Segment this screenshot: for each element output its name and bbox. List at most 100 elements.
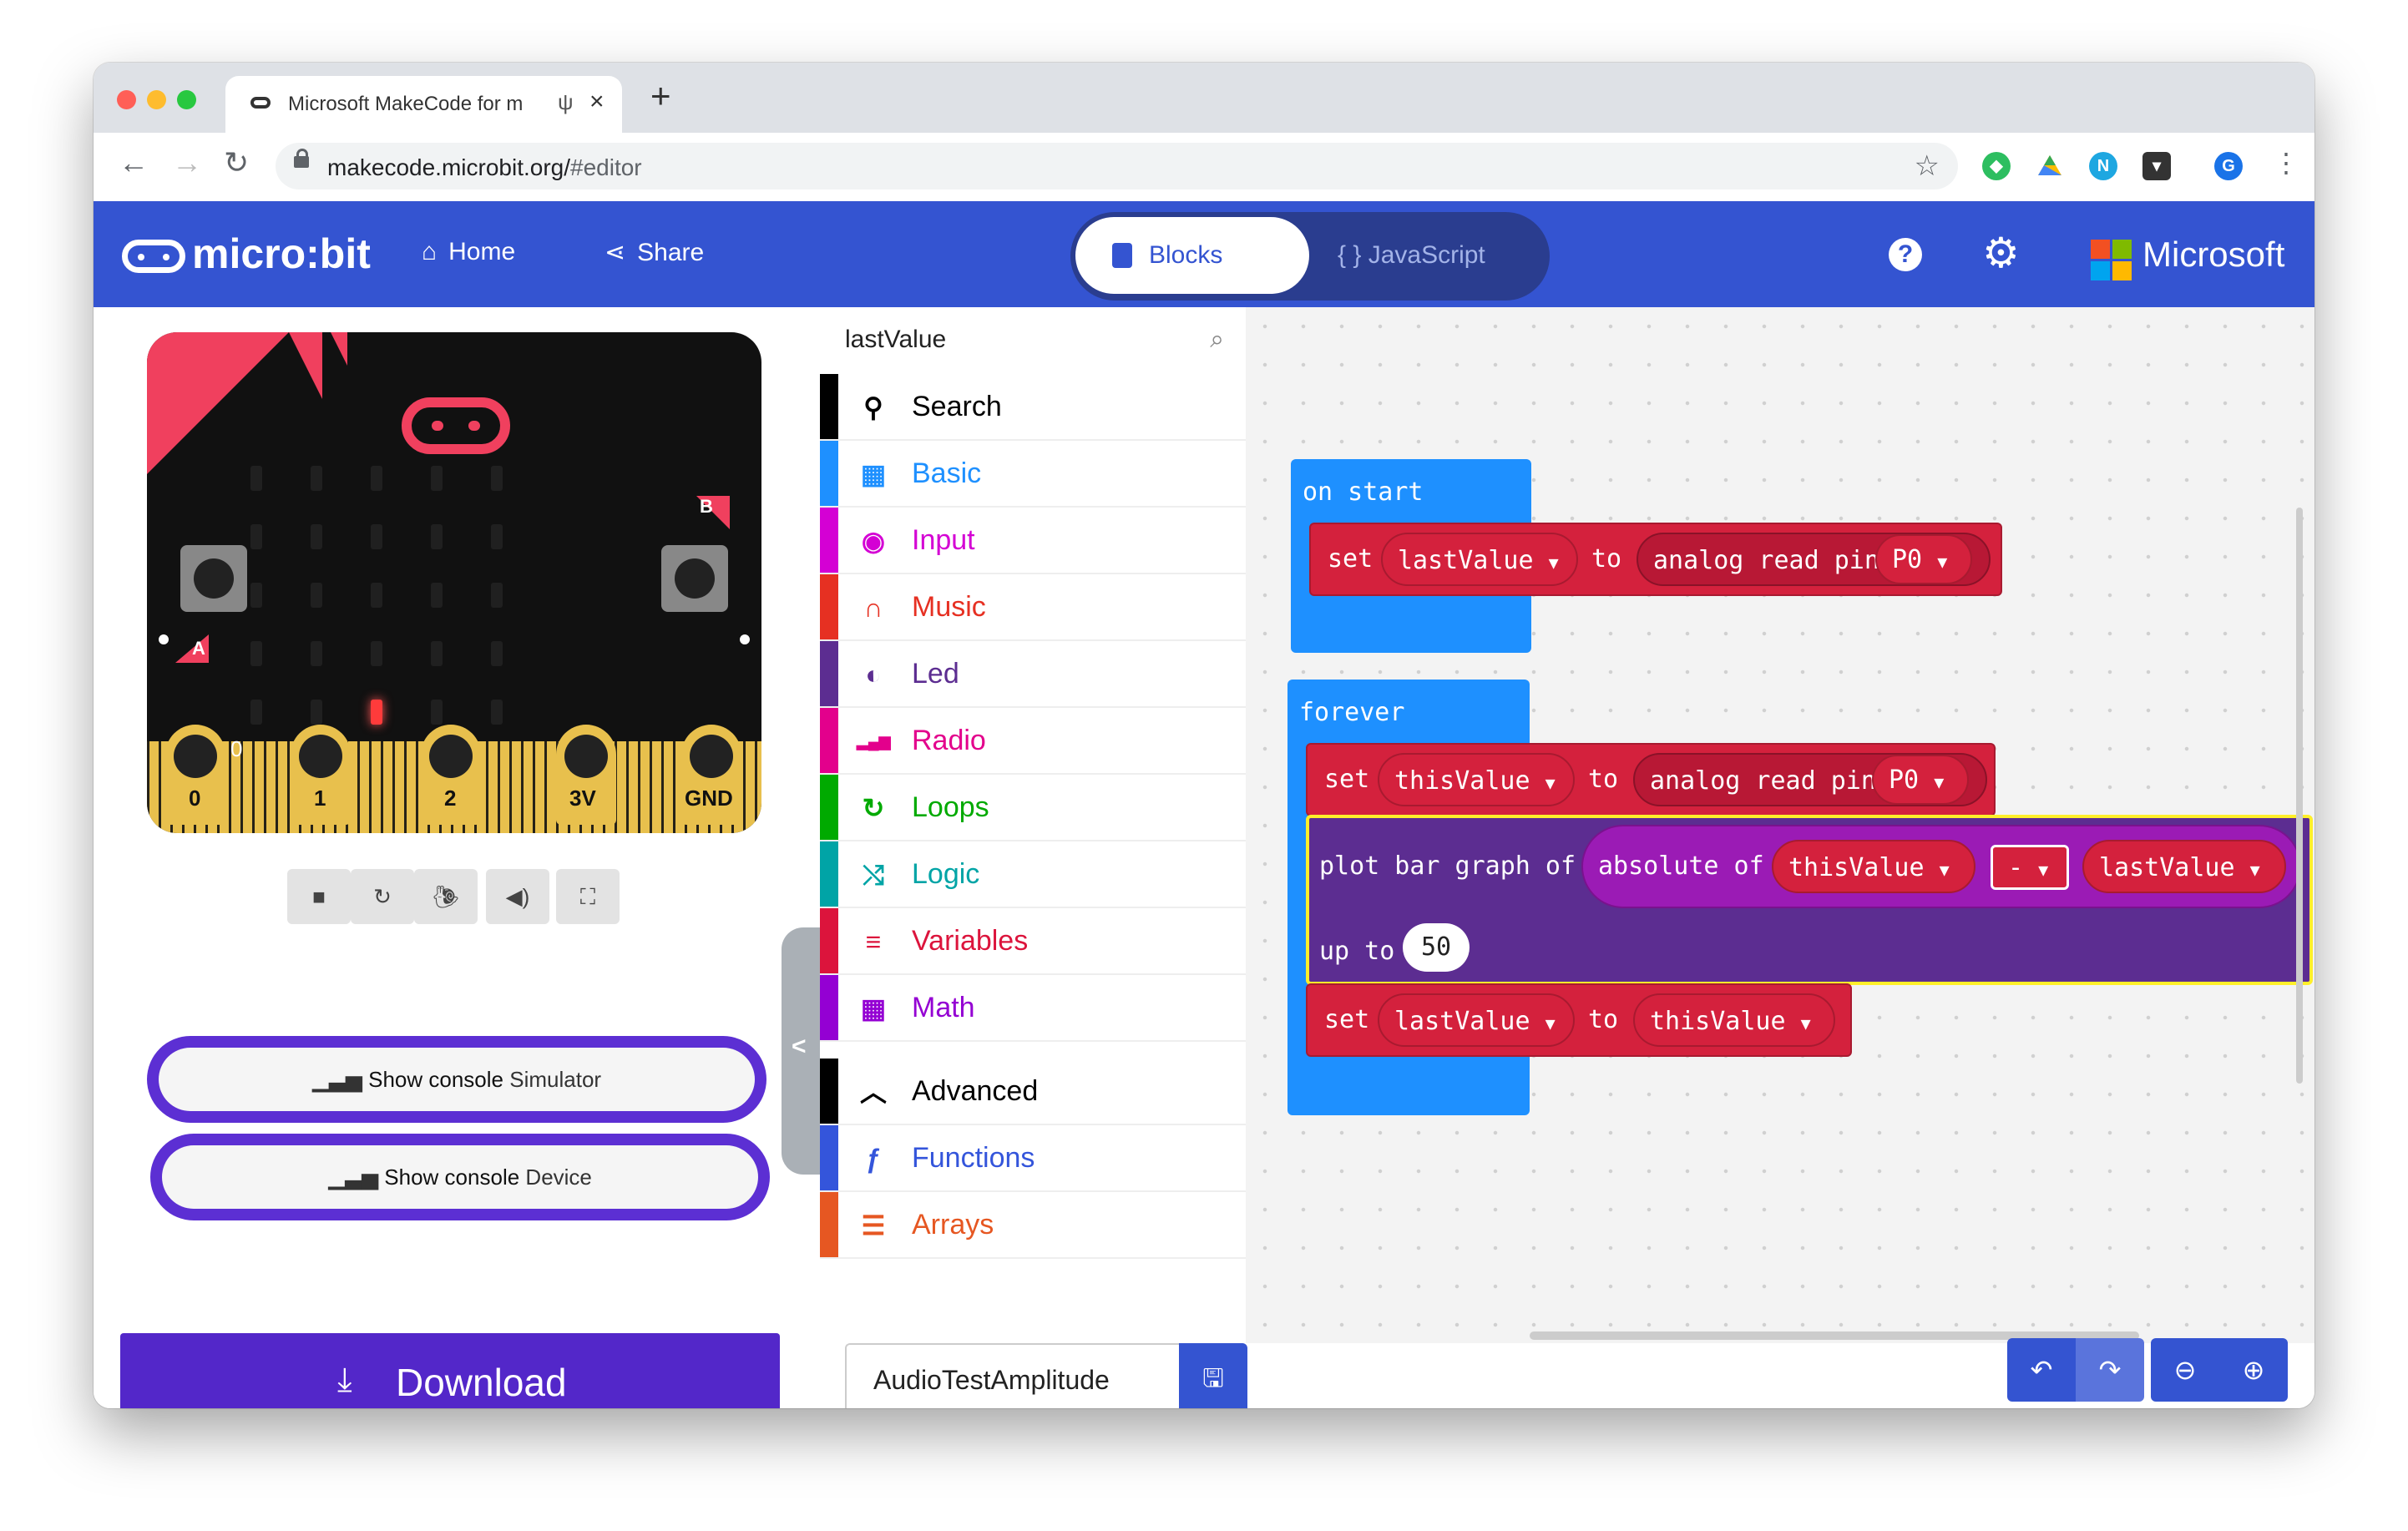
- tab-close-icon[interactable]: ×: [589, 88, 605, 116]
- help-icon[interactable]: ?: [1889, 238, 1922, 271]
- variable-dropdown[interactable]: thisValue ▼: [1378, 753, 1575, 806]
- category-label: Variables: [912, 925, 1029, 957]
- chevron-left-icon: <: [792, 1033, 807, 1060]
- category-label: Music: [912, 591, 986, 623]
- category-radio[interactable]: ▂▄▆ Radio: [820, 708, 1246, 775]
- category-music[interactable]: ∩ Music: [820, 574, 1246, 641]
- zoom-in-icon[interactable]: ⊕: [2219, 1338, 2288, 1402]
- variable-dropdown[interactable]: lastValue ▼: [2082, 840, 2286, 893]
- vertical-scrollbar[interactable]: [2296, 508, 2303, 1084]
- redo-icon[interactable]: ↷: [2076, 1338, 2144, 1402]
- show-console-simulator-button[interactable]: ▁▃▅ Show console Simulator: [147, 1036, 766, 1123]
- profile-avatar[interactable]: G: [2214, 152, 2243, 180]
- bookmark-star-icon[interactable]: ☆: [1915, 149, 1940, 183]
- collapse-simulator-button[interactable]: <: [782, 927, 820, 1175]
- makecode-header: micro:bit ⌂ Home ⋖ Share Blocks { } JavaSc…: [94, 201, 2314, 307]
- restart-icon[interactable]: ↻: [351, 869, 414, 924]
- variable-dropdown[interactable]: lastValue ▼: [1378, 993, 1575, 1047]
- javascript-tab[interactable]: { } JavaScript: [1338, 241, 1485, 270]
- button-a[interactable]: [180, 545, 247, 612]
- absolute-of-block[interactable]: absolute of thisValue ▼ - ▼ lastValue ▼: [1581, 825, 2301, 908]
- drive-extension-icon[interactable]: [2036, 152, 2064, 180]
- category-color-bar: [820, 975, 838, 1040]
- reload-icon[interactable]: ↻: [224, 146, 249, 179]
- search-icon[interactable]: ⌕: [1210, 326, 1224, 354]
- category-basic[interactable]: ▦ Basic: [820, 441, 1246, 508]
- back-arrow-icon[interactable]: ←: [119, 146, 149, 179]
- download-button[interactable]: ⤓ Download: [120, 1333, 780, 1408]
- home-button[interactable]: ⌂ Home: [422, 238, 515, 266]
- category-color-bar: [820, 708, 838, 773]
- project-name-input[interactable]: AudioTestAmplitude: [845, 1343, 1179, 1408]
- block-label: forever: [1299, 698, 1405, 727]
- pin-dropdown[interactable]: P0 ▼: [1875, 534, 1972, 584]
- category-logic[interactable]: ⤭ Logic: [820, 841, 1246, 908]
- lock-icon: [294, 149, 309, 168]
- bar-chart-icon: ▁▃▅: [328, 1165, 385, 1190]
- save-icon[interactable]: 🖫︎: [1179, 1343, 1247, 1408]
- browser-menu-icon[interactable]: ⋮: [2273, 146, 2299, 179]
- operator-dropdown[interactable]: - ▼: [1991, 845, 2069, 890]
- evernote-extension-icon[interactable]: ◆: [1982, 152, 2011, 180]
- download-icon: ⤓: [337, 1362, 352, 1398]
- pin-dropdown[interactable]: P0 ▼: [1872, 755, 1969, 805]
- led-pixel: [311, 466, 322, 491]
- plot-bar-graph-block[interactable]: plot bar graph of absolute of thisValue …: [1306, 815, 2313, 985]
- new-tab-button[interactable]: +: [650, 78, 671, 114]
- dropdown-arrow-icon: ▼: [1934, 772, 1945, 792]
- maximize-window-button[interactable]: [177, 90, 196, 109]
- simulator-panel: A B 0 1 2 3V GND 0 ■ ↻ 🐌︎ ◀) ⛶ ▁▃▅ Show …: [94, 307, 820, 1343]
- category-search[interactable]: ⚲ Search: [820, 374, 1246, 441]
- blocks-tab[interactable]: Blocks: [1075, 217, 1309, 294]
- blocks-workspace[interactable]: on start set lastValue ▼ to analog read …: [1246, 307, 2314, 1343]
- dropdown-arrow-icon: ▼: [2038, 860, 2049, 880]
- show-console-device-button[interactable]: ▁▃▅ Show console Device: [150, 1134, 770, 1220]
- close-window-button[interactable]: [117, 90, 136, 109]
- settings-gear-icon[interactable]: ⚙: [1982, 228, 2020, 278]
- block-label: absolute of: [1598, 851, 1764, 881]
- set-block[interactable]: set lastValue ▼ to thisValue ▼: [1306, 983, 1852, 1057]
- variable-dropdown[interactable]: lastValue ▼: [1381, 533, 1578, 586]
- category-math[interactable]: ▦ Math: [820, 975, 1246, 1042]
- toolbox-search-input[interactable]: lastValue ⌕: [820, 307, 1246, 374]
- pin-label: 2: [444, 786, 457, 811]
- share-button[interactable]: ⋖ Share: [605, 238, 704, 267]
- minimize-window-button[interactable]: [147, 90, 166, 109]
- fullscreen-icon[interactable]: ⛶: [556, 869, 620, 924]
- category-loops[interactable]: ↻ Loops: [820, 775, 1246, 841]
- category-variables[interactable]: ≡ Variables: [820, 908, 1246, 975]
- analog-read-block[interactable]: analog read pin P0 ▼: [1633, 753, 1987, 806]
- set-block[interactable]: set thisValue ▼ to analog read pin P0 ▼: [1306, 743, 1996, 816]
- category-arrays[interactable]: ☰ Arrays: [820, 1192, 1246, 1259]
- dropdown-arrow-icon: ▼: [2249, 860, 2260, 880]
- led-pixel: [371, 583, 382, 608]
- variable-name: thisValue: [1650, 1007, 1786, 1036]
- url-field[interactable]: makecode.microbit.org/#editor ☆: [276, 143, 1958, 189]
- forward-arrow-icon[interactable]: →: [172, 146, 202, 179]
- category-led[interactable]: ◐ Led: [820, 641, 1246, 708]
- button-b[interactable]: [661, 545, 728, 612]
- category-label: Radio: [912, 725, 986, 756]
- browser-tab[interactable]: Microsoft MakeCode for m ψ ×: [225, 76, 622, 133]
- logo-text: micro:bit: [192, 230, 371, 277]
- number-field[interactable]: 50: [1403, 923, 1470, 972]
- variable-dropdown[interactable]: thisValue ▼: [1772, 840, 1975, 893]
- analog-read-block[interactable]: analog read pin P0 ▼: [1637, 533, 1991, 586]
- zoom-out-icon[interactable]: ⊖: [2151, 1338, 2219, 1402]
- category-functions[interactable]: ƒ Functions: [820, 1125, 1246, 1192]
- category-advanced[interactable]: ︿ Advanced: [820, 1059, 1246, 1125]
- undo-icon[interactable]: ↶: [2007, 1338, 2076, 1402]
- variable-dropdown[interactable]: thisValue ▼: [1633, 993, 1835, 1047]
- stop-icon[interactable]: ■: [287, 869, 351, 924]
- extension-n-icon[interactable]: N: [2089, 152, 2117, 180]
- cat-extension-icon[interactable]: ▾: [2142, 152, 2171, 180]
- set-block[interactable]: set lastValue ▼ to analog read pin P0 ▼: [1309, 523, 2002, 596]
- category-label: Advanced: [912, 1075, 1039, 1107]
- ms-green-square: [2112, 240, 2132, 259]
- category-color-bar: [820, 574, 838, 639]
- slowmo-icon[interactable]: 🐌︎: [414, 869, 478, 924]
- mute-icon[interactable]: ◀): [486, 869, 549, 924]
- ms-blue-square: [2091, 261, 2110, 280]
- category-input[interactable]: ◉ Input: [820, 508, 1246, 574]
- category-color-bar: [820, 1059, 838, 1124]
